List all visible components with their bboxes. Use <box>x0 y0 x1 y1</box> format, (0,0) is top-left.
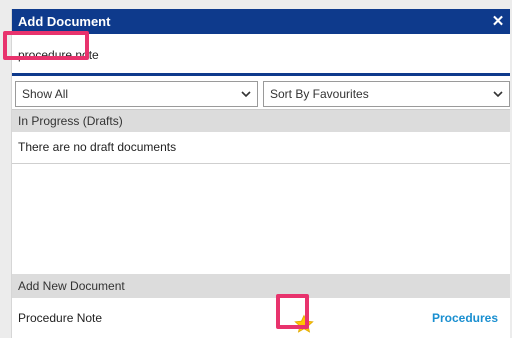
dialog-title: Add Document <box>18 14 111 29</box>
screen-background: Add Document ✕ Show All Sort By Favourit… <box>0 0 512 338</box>
star-icon[interactable] <box>294 310 314 333</box>
document-list-item[interactable]: Procedure Note Procedures <box>12 298 510 338</box>
show-filter-value: Show All <box>22 87 69 101</box>
drafts-section-header: In Progress (Drafts) <box>12 110 510 132</box>
document-category-link[interactable]: Procedures <box>432 298 498 338</box>
add-document-dialog: Add Document ✕ Show All Sort By Favourit… <box>11 9 510 338</box>
add-new-section-header: Add New Document <box>12 274 510 298</box>
search-row <box>12 34 510 76</box>
dialog-titlebar: Add Document ✕ <box>12 9 510 34</box>
sort-select[interactable]: Sort By Favourites <box>263 81 510 107</box>
document-search-input[interactable] <box>18 43 502 67</box>
sort-value: Sort By Favourites <box>270 87 369 101</box>
filter-row: Show All Sort By Favourites <box>12 76 510 112</box>
close-icon[interactable]: ✕ <box>490 9 506 34</box>
document-name: Procedure Note <box>18 311 103 325</box>
drafts-empty-message: There are no draft documents <box>12 132 510 164</box>
show-filter-select[interactable]: Show All <box>15 81 258 107</box>
